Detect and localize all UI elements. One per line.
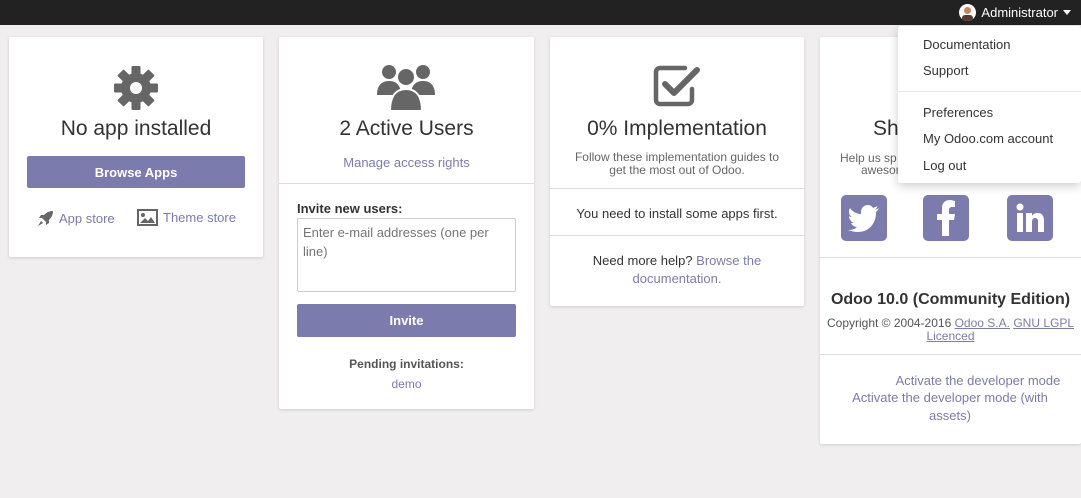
checkbox-icon [653, 65, 700, 107]
caret-down-icon [1063, 10, 1071, 15]
twitter-icon [848, 205, 879, 232]
gear-icon [114, 66, 158, 110]
implementation-divider-2 [550, 235, 804, 236]
users-icon [377, 65, 435, 111]
copyright-label: Copyright © 2004-2016 [826, 316, 952, 330]
invite-emails-input[interactable] [297, 218, 516, 292]
copyright-text: Copyright © 2004-2016 Odoo S.A. GNU LGPL… [822, 317, 1079, 343]
implementation-divider-1 [550, 188, 804, 189]
image-icon [137, 209, 158, 226]
apps-card: No app installed Browse Apps App store T… [9, 37, 263, 257]
implementation-card-title: 0% Implementation [587, 117, 767, 140]
users-card: 2 Active Users Manage access rights Invi… [279, 37, 534, 409]
linkedin-button[interactable] [1007, 195, 1053, 241]
invite-label: Invite new users: [297, 201, 403, 216]
menu-item-support[interactable]: Support [923, 63, 969, 78]
user-name: Administrator [981, 5, 1058, 20]
app-store-label: App store [59, 210, 115, 226]
browse-apps-button[interactable]: Browse Apps [27, 156, 245, 188]
app-store-link[interactable]: App store [37, 209, 115, 227]
activate-developer-mode-assets-link[interactable]: Activate the developer mode (with assets… [852, 390, 1048, 423]
users-card-title: 2 Active Users [339, 117, 474, 140]
user-dropdown-menu: Documentation Support Preferences My Odo… [898, 26, 1081, 183]
implementation-subtitle: Follow these implementation guides to ge… [574, 150, 780, 177]
users-divider [279, 183, 534, 184]
activate-developer-mode-link[interactable]: Activate the developer mode [896, 373, 1061, 388]
menu-item-log-out[interactable]: Log out [923, 158, 966, 173]
need-help-text: Need more help? Browse the documentation… [580, 252, 774, 288]
linkedin-icon [1016, 203, 1044, 232]
twitter-button[interactable] [841, 195, 887, 241]
avatar [959, 4, 977, 21]
menu-item-odoo-account[interactable]: My Odoo.com account [923, 131, 1053, 146]
rocket-icon [38, 211, 53, 226]
odoo-version: Odoo 10.0 (Community Edition) [830, 291, 1071, 308]
facebook-button[interactable] [923, 195, 969, 241]
menu-divider [898, 91, 1081, 92]
apps-card-title: No app installed [60, 117, 212, 140]
share-divider-2 [820, 354, 1081, 355]
menu-item-preferences[interactable]: Preferences [923, 105, 993, 120]
implementation-card: 0% Implementation Follow these implement… [550, 37, 804, 306]
share-divider-1 [820, 257, 1081, 258]
theme-store-link[interactable]: Theme store [137, 209, 236, 226]
facebook-icon [937, 200, 955, 236]
need-help-label: Need more help? [592, 253, 693, 268]
top-navbar: Administrator [0, 0, 1081, 25]
pending-user-link[interactable]: demo [391, 377, 421, 391]
pending-invitations-label: Pending invitations: [349, 357, 464, 371]
manage-access-rights-link[interactable]: Manage access rights [343, 155, 469, 170]
invite-button[interactable]: Invite [297, 304, 516, 337]
share-card-title: Sh [873, 117, 899, 140]
install-apps-message: You need to install some apps first. [576, 206, 778, 221]
theme-store-label: Theme store [163, 210, 236, 225]
user-menu-toggle[interactable]: Administrator [959, 0, 1071, 25]
odoo-sa-link[interactable]: Odoo S.A. [955, 316, 1010, 330]
share-subtitle-line-2: awesor [861, 163, 900, 177]
menu-item-documentation[interactable]: Documentation [923, 37, 1010, 52]
